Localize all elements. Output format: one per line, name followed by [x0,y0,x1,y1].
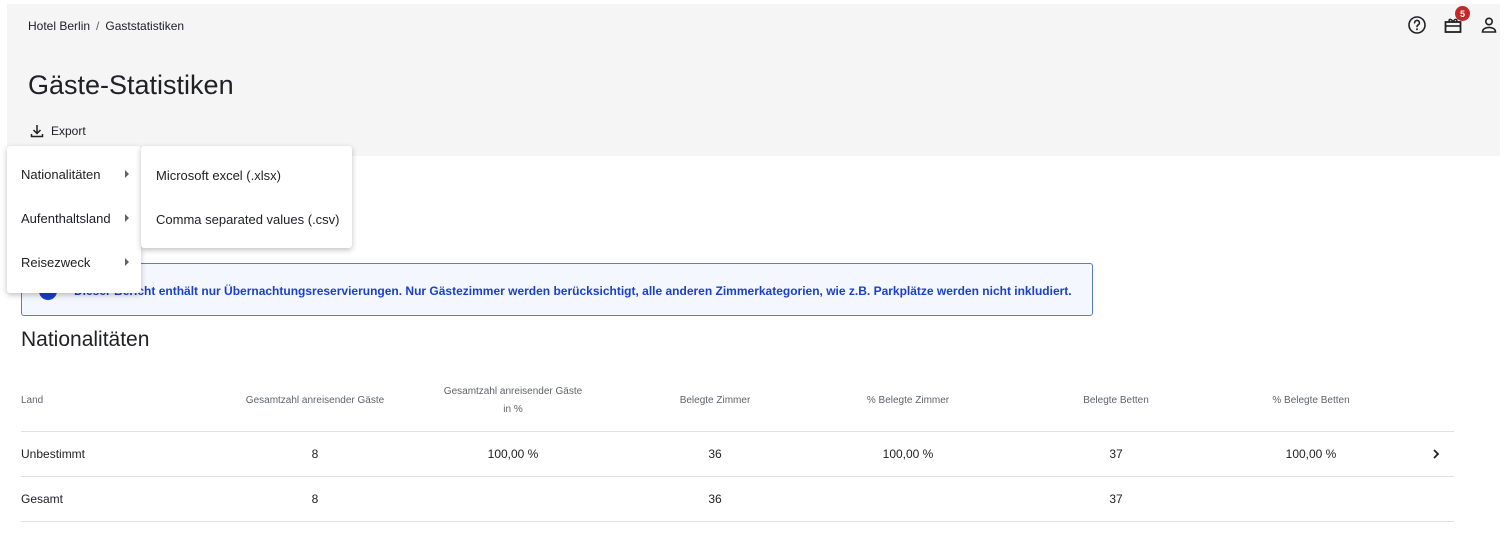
cell-rooms-pct: 100,00 % [882,447,934,461]
chevron-right-icon [1433,449,1440,459]
header-total-guests-pct[interactable]: Gesamtzahl anreisender Gäste in % [413,370,613,431]
header-beds-pct[interactable]: % Belegte Betten [1211,370,1411,431]
header-actions: 5 [1406,6,1500,36]
cell-beds-pct: 100,00 % [1285,447,1337,461]
menu-item-nationalitaeten[interactable]: Nationalitäten [7,152,141,196]
row-expand-button[interactable] [1421,432,1451,476]
cell-total-guests-pct [413,477,613,521]
menu-item-reisezweck[interactable]: Reisezweck [7,240,141,284]
export-label: Export [51,124,86,138]
download-icon [30,125,44,138]
cell-total-guests-pct: 100,00 % [487,447,539,461]
cell-rooms-pct [808,477,1008,521]
header-land[interactable]: Land [21,370,221,431]
export-menu: Nationalitäten Aufenthaltsland Reisezwec… [7,146,141,293]
export-format-submenu: Microsoft excel (.xlsx) Comma separated … [141,146,352,248]
notification-badge: 5 [1455,6,1470,21]
header-beds[interactable]: Belegte Betten [1016,370,1216,431]
nationalities-table: Land Gesamtzahl anreisender Gäste Gesamt… [21,370,1454,522]
cell-total-guests: 8 [311,447,319,461]
header-total-guests[interactable]: Gesamtzahl anreisender Gäste [221,370,409,431]
caret-right-icon [125,170,129,178]
cell-total-guests: 8 [311,492,319,506]
breadcrumb-hotel[interactable]: Hotel Berlin [28,19,90,33]
export-button[interactable]: Export [29,123,86,139]
account-button[interactable] [1478,14,1500,36]
page-title: Gäste-Statistiken [28,70,234,100]
help-button[interactable] [1406,14,1428,36]
cell-rooms: 36 [708,492,722,506]
help-icon [1408,16,1426,34]
cell-land: Gesamt [21,492,64,506]
caret-right-icon [125,258,129,266]
section-title: Nationalitäten [21,328,150,351]
table-row[interactable]: Unbestimmt 8 100,00 % 36 100,00 % 37 100… [21,432,1454,477]
header-rooms-pct[interactable]: % Belegte Zimmer [808,370,1008,431]
cell-beds-pct [1211,477,1411,521]
menu-item-aufenthaltsland[interactable]: Aufenthaltsland [7,196,141,240]
breadcrumb: Hotel Berlin / Gaststatistiken [28,19,184,33]
cell-rooms: 36 [708,447,722,461]
breadcrumb-page: Gaststatistiken [105,19,185,33]
menu-item-label: Nationalitäten [21,166,101,182]
user-icon [1481,17,1497,33]
caret-right-icon [125,214,129,222]
menu-item-label: Aufenthaltsland [21,210,111,226]
header-rooms[interactable]: Belegte Zimmer [615,370,815,431]
table-header: Land Gesamtzahl anreisender Gäste Gesamt… [21,370,1454,432]
notifications-button[interactable]: 5 [1442,6,1470,36]
cell-beds: 37 [1109,447,1123,461]
info-text: Dieser Bericht enthält nur Übernachtungs… [74,284,1072,298]
table-row: Gesamt 8 36 37 [21,477,1454,522]
cell-beds: 37 [1109,492,1123,506]
export-xlsx-option[interactable]: Microsoft excel (.xlsx) [141,153,352,197]
page-header: Hotel Berlin / Gaststatistiken 5 Gäste-S… [7,4,1500,156]
menu-item-label: Reisezweck [21,254,91,270]
info-banner: Dieser Bericht enthält nur Übernachtungs… [21,263,1093,316]
cell-land: Unbestimmt [21,447,86,461]
breadcrumb-separator: / [96,19,100,33]
export-csv-option[interactable]: Comma separated values (.csv) [141,197,352,241]
